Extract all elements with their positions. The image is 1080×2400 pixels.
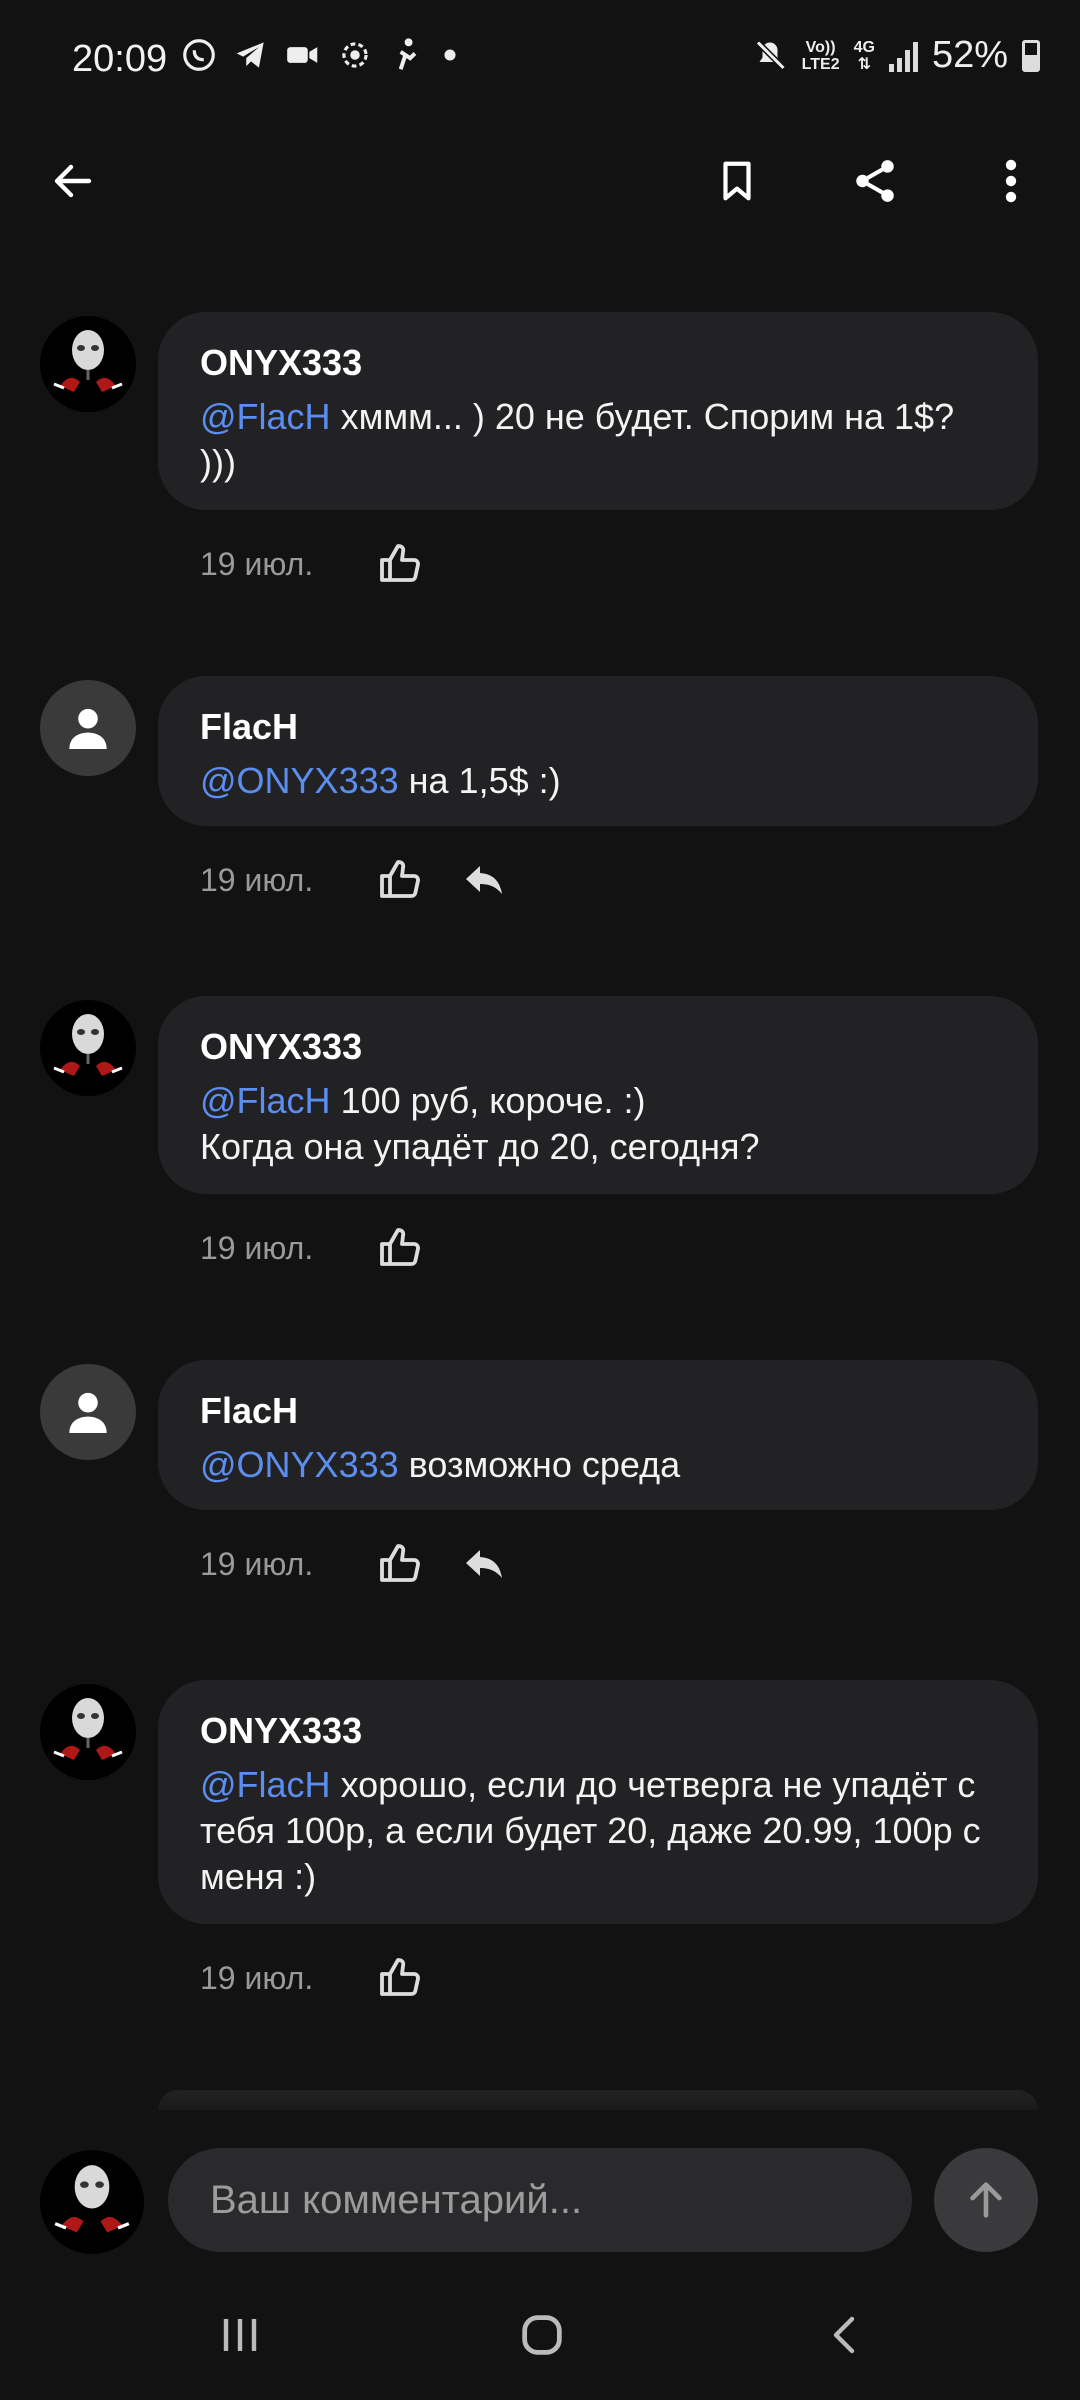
comment-date: 19 июл.: [200, 545, 314, 582]
comment-mention[interactable]: @ONYX333: [200, 760, 399, 801]
avatar-person-icon[interactable]: [40, 680, 136, 776]
scroll-fade: [0, 2090, 1080, 2130]
comment-author[interactable]: ONYX333: [200, 1710, 996, 1752]
like-icon[interactable]: [370, 534, 430, 594]
comment-mention[interactable]: @FlacH: [200, 1080, 331, 1121]
comment-body: возможно среда: [398, 1444, 681, 1485]
comment-text: @ONYX333 на 1,5$ :): [200, 758, 996, 804]
arrow-up-icon: [970, 2182, 1002, 2218]
whatsapp-icon: [183, 39, 215, 71]
send-button[interactable]: [934, 2148, 1038, 2252]
reply-icon[interactable]: [454, 1534, 514, 1594]
comment-bubble: ONYX333 @FlacH хорошо, если до четверга н…: [158, 1680, 1038, 1924]
fitness-icon: [398, 38, 417, 70]
comment-meta: 19 июл.: [200, 1218, 454, 1278]
like-icon[interactable]: [370, 1218, 430, 1278]
comment-input-placeholder: Ваш комментарий...: [210, 2177, 583, 2222]
back-icon[interactable]: [786, 2290, 906, 2380]
reply-icon[interactable]: [454, 850, 514, 910]
like-icon[interactable]: [370, 1534, 430, 1594]
comment-bubble: FlacH @ONYX333 возможно среда: [158, 1360, 1038, 1510]
back-arrow-icon[interactable]: [28, 136, 118, 226]
home-icon[interactable]: [482, 2290, 602, 2380]
comment-meta: 19 июл.: [200, 1534, 538, 1594]
more-vertical-icon[interactable]: [966, 136, 1056, 226]
comment-date: 19 июл.: [200, 861, 314, 898]
net-type-label: 4G: [853, 38, 875, 56]
comment-mention[interactable]: @ONYX333: [200, 1444, 399, 1485]
telegram-icon: [236, 42, 264, 68]
comment-bubble: FlacH @ONYX333 на 1,5$ :): [158, 676, 1038, 826]
battery-percent: 52%: [931, 34, 1008, 76]
comment-text: @FlacH хммм... ) 20 не будет. Спорим на …: [200, 394, 996, 486]
data-arrows-icon: ⇅: [857, 55, 871, 73]
video-icon: [287, 47, 318, 63]
comment-author[interactable]: ONYX333: [200, 342, 996, 384]
battery-icon: [1022, 39, 1040, 72]
more-notifications-dot-icon: [444, 49, 456, 61]
status-time: 20:09: [72, 38, 168, 80]
app-notification-icon: [342, 42, 368, 68]
comment-body: на 1,5$ :): [398, 760, 561, 801]
comment-input[interactable]: Ваш комментарий...: [168, 2148, 912, 2252]
current-user-avatar: [40, 2150, 144, 2254]
volte-label: Vo)): [805, 38, 836, 56]
bookmark-icon[interactable]: [692, 136, 782, 226]
network-type: 4G ⇅: [854, 39, 875, 73]
comment-bubble: ONYX333 @FlacH 100 руб, короче. :) Когда …: [158, 996, 1038, 1194]
avatar[interactable]: [40, 316, 136, 412]
comment-mention[interactable]: @FlacH: [200, 1764, 331, 1805]
avatar[interactable]: [40, 1684, 136, 1780]
comment-meta: 19 июл.: [200, 1948, 454, 2008]
share-icon[interactable]: [830, 136, 920, 226]
app-bar: [0, 120, 1080, 280]
status-bar: 20:09 Vo)) LTE2 4G ⇅ 52%: [0, 0, 1080, 120]
comment-author[interactable]: FlacH: [200, 1390, 996, 1432]
comment-meta: 19 июл.: [200, 534, 454, 594]
notification-icons: [180, 36, 460, 74]
comment-date: 19 июл.: [200, 1959, 314, 1996]
comment-author[interactable]: ONYX333: [200, 1026, 996, 1068]
comment-date: 19 июл.: [200, 1545, 314, 1582]
comment-text: @FlacH 100 руб, короче. :) Когда она упа…: [200, 1078, 996, 1170]
comment-date: 19 июл.: [200, 1229, 314, 1266]
avatar-person-icon[interactable]: [40, 1364, 136, 1460]
comment-input-bar: Ваш комментарий...: [0, 2130, 1080, 2270]
network-volte: Vo)) LTE2: [802, 39, 840, 73]
comment-mention[interactable]: @FlacH: [200, 396, 331, 437]
like-icon[interactable]: [370, 850, 430, 910]
lte-label: LTE2: [801, 55, 840, 73]
like-icon[interactable]: [370, 1948, 430, 2008]
signal-icon: [888, 40, 918, 72]
comment-bubble: ONYX333 @FlacH хммм... ) 20 не будет. Спо…: [158, 312, 1038, 510]
mute-icon: [755, 39, 786, 70]
avatar[interactable]: [40, 1000, 136, 1096]
system-nav-bar: [0, 2270, 1080, 2400]
recent-apps-icon[interactable]: [180, 2290, 300, 2380]
comment-meta: 19 июл.: [200, 850, 538, 910]
comment-author[interactable]: FlacH: [200, 706, 996, 748]
comment-text: @ONYX333 возможно среда: [200, 1442, 996, 1488]
comment-text: @FlacH хорошо, если до четверга не упадё…: [200, 1762, 996, 1900]
